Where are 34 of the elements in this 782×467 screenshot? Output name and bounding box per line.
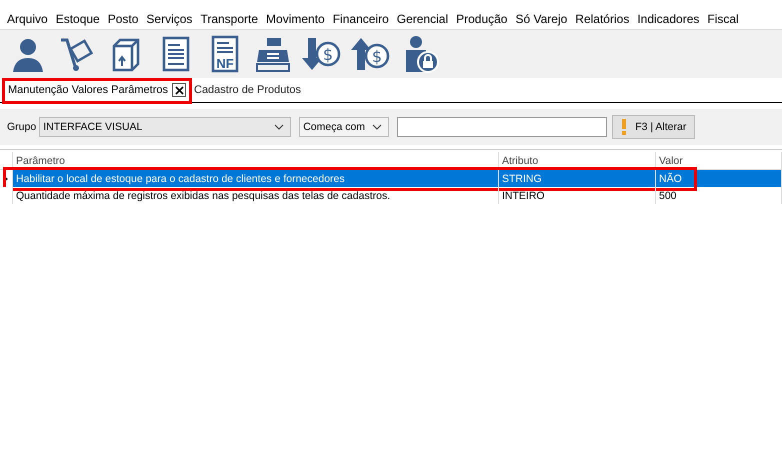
- tab[interactable]: Cadastro de Produtos: [192, 80, 306, 100]
- menu-item[interactable]: Fiscal: [703, 12, 743, 26]
- group-label: Grupo: [7, 121, 36, 133]
- menu-item[interactable]: Gerencial: [392, 12, 452, 26]
- menu-item[interactable]: Estoque: [52, 12, 104, 26]
- row-pointer-icon: [4, 176, 8, 182]
- table-cell: Quantidade máxima de registros exibidas nas pesquisas das telas de cadastros.: [13, 187, 499, 204]
- table-cell: NÃO: [656, 170, 782, 187]
- table-cell: 500: [656, 187, 782, 204]
- menu-item[interactable]: Só Varejo: [511, 12, 572, 26]
- menu-item[interactable]: Posto: [104, 12, 142, 26]
- table-cell: STRING: [499, 170, 656, 187]
- search-field[interactable]: [397, 117, 608, 137]
- menu-item[interactable]: Financeiro: [328, 12, 393, 26]
- match-mode-dropdown[interactable]: Começa com: [299, 117, 390, 137]
- exclamation-icon: [621, 119, 628, 135]
- menu-item[interactable]: Arquivo: [3, 12, 52, 26]
- table-row[interactable]: Quantidade máxima de registros exibidas nas pesquisas das telas de cadastros. INTEIRO 500: [0, 187, 782, 204]
- menu-item[interactable]: Produção: [452, 12, 512, 26]
- table-cell: INTEIRO: [499, 187, 656, 204]
- menu-item[interactable]: Transporte: [196, 12, 262, 26]
- menu-item[interactable]: Serviços: [142, 12, 196, 26]
- edit-button[interactable]: F3 | Alterar: [612, 115, 696, 139]
- menu-item[interactable]: Movimento: [262, 12, 329, 26]
- table-cell: Habilitar o local de estoque para o cadastro de clientes e fornecedores: [13, 170, 499, 187]
- column-header[interactable]: Parâmetro: [13, 152, 499, 169]
- column-header[interactable]: Valor: [656, 152, 782, 169]
- chevron-down-icon: [372, 124, 382, 130]
- menu-item[interactable]: Indicadores: [633, 12, 704, 26]
- group-dropdown[interactable]: INTERFACE VISUAL: [39, 117, 292, 137]
- chevron-down-icon: [274, 124, 284, 130]
- column-header[interactable]: Atributo: [499, 152, 656, 169]
- close-icon[interactable]: [172, 83, 186, 97]
- menu-item[interactable]: Relatórios: [571, 12, 634, 26]
